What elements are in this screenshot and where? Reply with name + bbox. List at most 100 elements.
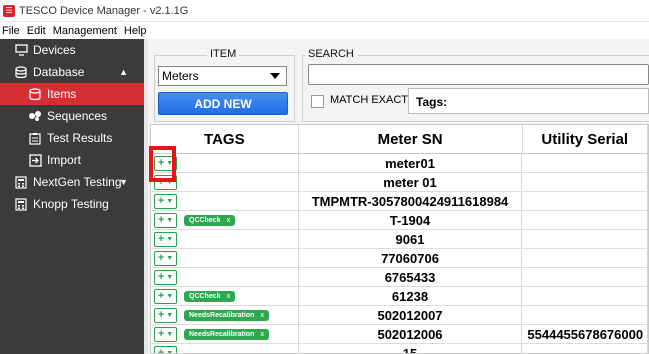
meter-sn-cell: meter 01 bbox=[299, 173, 523, 191]
remove-tag-icon[interactable]: x bbox=[227, 217, 231, 224]
search-group-label: SEARCH bbox=[305, 48, 357, 60]
tags-cell: + ▼ bbox=[151, 249, 299, 267]
table-row[interactable]: + ▼ meter 01 bbox=[151, 173, 648, 192]
calculator-icon bbox=[14, 175, 28, 189]
database-icon bbox=[14, 65, 28, 79]
plus-icon: + bbox=[157, 347, 165, 354]
sidebar-item-label: Test Results bbox=[47, 131, 113, 145]
tag-chip[interactable]: NeedsRecalibration x bbox=[184, 328, 270, 340]
app-logo-icon: ☰ bbox=[3, 4, 15, 17]
tags-cell: + ▼ bbox=[151, 344, 299, 354]
add-tag-button[interactable]: + ▼ bbox=[154, 288, 177, 304]
menu-bar: File Edit Management Help bbox=[0, 22, 649, 39]
sidebar-item-knopp-testing[interactable]: Knopp Testing bbox=[0, 193, 144, 215]
sidebar-item-label: Sequences bbox=[47, 109, 108, 123]
add-tag-button[interactable]: + ▼ bbox=[154, 193, 177, 209]
sidebar-item-database[interactable]: Database ▲ bbox=[0, 61, 144, 83]
table-row[interactable]: + ▼ meter01 bbox=[151, 154, 648, 173]
sidebar-item-items[interactable]: Items bbox=[0, 83, 144, 105]
table-row[interactable]: + ▼ 6765433 bbox=[151, 268, 648, 287]
add-tag-button[interactable]: + ▼ bbox=[154, 231, 177, 247]
sidebar-item-nextgen-testing[interactable]: NextGen Testing ▼ bbox=[0, 171, 144, 193]
match-exact-checkbox[interactable] bbox=[311, 95, 324, 108]
tags-cell: + ▼ NeedsRecalibration x bbox=[151, 325, 299, 343]
tag-chip[interactable]: QCCheck x bbox=[184, 214, 236, 226]
tags-filter-label: Tags: bbox=[416, 95, 448, 109]
plus-icon: + bbox=[157, 195, 165, 207]
plus-icon: + bbox=[157, 328, 165, 340]
remove-tag-icon[interactable]: x bbox=[260, 312, 264, 319]
utility-serial-cell bbox=[522, 211, 648, 229]
plus-icon: + bbox=[157, 252, 165, 264]
table-row[interactable]: + ▼ 15 bbox=[151, 344, 648, 354]
remove-tag-icon[interactable]: x bbox=[260, 331, 264, 338]
tag-chip[interactable]: NeedsRecalibration x bbox=[184, 309, 270, 321]
table-row[interactable]: + ▼ NeedsRecalibration x 502012006 5544455678… bbox=[151, 325, 648, 344]
add-tag-button[interactable]: + ▼ bbox=[154, 326, 177, 342]
sidebar-item-test-results[interactable]: Test Results bbox=[0, 127, 144, 149]
caret-down-icon: ▼ bbox=[166, 349, 174, 354]
tag-chip-label: QCCheck bbox=[189, 216, 221, 224]
sidebar-item-label: Database bbox=[33, 65, 85, 79]
table-row[interactable]: + ▼ QCCheck x 61238 bbox=[151, 287, 648, 306]
table-row[interactable]: + ▼ 9061 bbox=[151, 230, 648, 249]
table-row[interactable]: + ▼ 77060706 bbox=[151, 249, 648, 268]
meter-sn-cell: 77060706 bbox=[299, 249, 523, 267]
highlight-annotation bbox=[149, 146, 176, 182]
chevron-up-icon: ▲ bbox=[119, 67, 128, 77]
meter-sn-cell: 9061 bbox=[299, 230, 523, 248]
tags-cell: + ▼ bbox=[151, 268, 299, 286]
caret-down-icon: ▼ bbox=[166, 235, 174, 243]
caret-down-icon: ▼ bbox=[166, 330, 174, 338]
sidebar: Devices Database ▲ Items Sequences Test … bbox=[0, 39, 144, 354]
menu-edit[interactable]: Edit bbox=[27, 25, 46, 37]
item-type-select[interactable]: Meters bbox=[158, 66, 287, 86]
plus-icon: + bbox=[157, 271, 165, 283]
tag-chip[interactable]: QCCheck x bbox=[184, 290, 236, 302]
add-tag-button[interactable]: + ▼ bbox=[154, 269, 177, 285]
match-exact-label: MATCH EXACT bbox=[330, 94, 409, 106]
tag-chip-label: NeedsRecalibration bbox=[189, 330, 255, 338]
column-header-utility-serial[interactable]: Utility Serial bbox=[523, 125, 648, 153]
column-header-meter-sn[interactable]: Meter SN bbox=[299, 125, 523, 153]
search-input[interactable] bbox=[308, 64, 649, 85]
utility-serial-cell bbox=[522, 344, 648, 353]
add-tag-button[interactable]: + ▼ bbox=[154, 345, 177, 354]
utility-serial-cell bbox=[522, 173, 648, 191]
tag-chip-label: QCCheck bbox=[189, 292, 221, 300]
clipboard-icon bbox=[28, 131, 42, 145]
sidebar-item-label: Items bbox=[47, 87, 77, 101]
chevron-down-icon: ▼ bbox=[119, 177, 128, 187]
caret-down-icon: ▼ bbox=[166, 292, 174, 300]
table-row[interactable]: + ▼ NeedsRecalibration x 502012007 bbox=[151, 306, 648, 325]
menu-file[interactable]: File bbox=[2, 25, 20, 37]
import-icon bbox=[28, 153, 42, 167]
sidebar-item-label: Devices bbox=[33, 43, 76, 57]
remove-tag-icon[interactable]: x bbox=[227, 293, 231, 300]
menu-help[interactable]: Help bbox=[124, 25, 147, 37]
sidebar-item-sequences[interactable]: Sequences bbox=[0, 105, 144, 127]
menu-management[interactable]: Management bbox=[53, 25, 117, 37]
add-tag-button[interactable]: + ▼ bbox=[154, 307, 177, 323]
tags-cell: + ▼ bbox=[151, 192, 299, 210]
add-tag-button[interactable]: + ▼ bbox=[154, 250, 177, 266]
item-type-value: Meters bbox=[162, 69, 199, 83]
utility-serial-cell bbox=[522, 268, 648, 286]
sidebar-item-label: Import bbox=[47, 153, 82, 167]
sidebar-item-devices[interactable]: Devices bbox=[0, 39, 144, 61]
add-tag-button[interactable]: + ▼ bbox=[154, 212, 177, 228]
utility-serial-cell bbox=[522, 192, 648, 210]
item-group-label: ITEM bbox=[207, 48, 240, 60]
table-row[interactable]: + ▼ QCCheck x T-1904 bbox=[151, 211, 648, 230]
tag-chip-label: NeedsRecalibration bbox=[189, 311, 255, 319]
sidebar-item-import[interactable]: Import bbox=[0, 149, 144, 171]
meter-sn-cell: 61238 bbox=[299, 287, 523, 305]
sequences-icon bbox=[28, 109, 42, 123]
add-new-button[interactable]: ADD NEW bbox=[158, 92, 288, 115]
caret-down-icon: ▼ bbox=[166, 273, 174, 281]
plus-icon: + bbox=[157, 214, 165, 226]
caret-down-icon: ▼ bbox=[166, 311, 174, 319]
calculator-icon bbox=[14, 197, 28, 211]
meter-sn-cell: meter01 bbox=[299, 154, 523, 172]
table-row[interactable]: + ▼ TMPMTR-3057800424911618984 bbox=[151, 192, 648, 211]
